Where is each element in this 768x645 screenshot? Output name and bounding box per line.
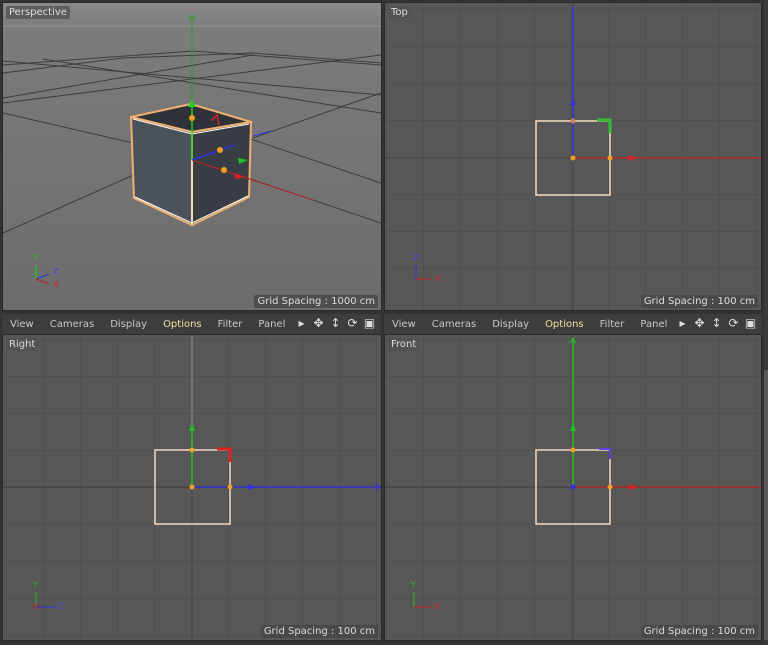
menu-panel[interactable]: Panel xyxy=(250,319,293,330)
top-scene xyxy=(385,3,761,310)
grid-spacing: Grid Spacing : 100 cm xyxy=(640,295,758,308)
gizmo-z-label: Z xyxy=(57,602,63,611)
viewport-label[interactable]: Top xyxy=(388,6,411,19)
viewport-label[interactable]: Perspective xyxy=(6,6,70,19)
maximize-icon[interactable]: ▣ xyxy=(743,316,758,330)
expand-arrow-icon[interactable]: ▸ xyxy=(675,316,690,330)
right-viewport-menu: View Cameras Display Options Filter Pane… xyxy=(2,314,381,334)
maximize-icon[interactable]: ▣ xyxy=(362,316,377,330)
menu-display[interactable]: Display xyxy=(102,319,155,330)
move-icon[interactable]: ✥ xyxy=(311,316,326,330)
top-viewport[interactable]: Z X Top Grid Spacing : 100 cm xyxy=(384,2,762,311)
move-icon[interactable]: ✥ xyxy=(692,316,707,330)
right-scene xyxy=(3,335,381,640)
menu-cameras[interactable]: Cameras xyxy=(42,319,102,330)
menu-display[interactable]: Display xyxy=(484,319,537,330)
perspective-scene xyxy=(3,14,381,285)
menu-options[interactable]: Options xyxy=(537,319,592,330)
viewport-label[interactable]: Front xyxy=(388,338,420,351)
gizmo-x-label: X xyxy=(434,602,440,611)
menu-cameras[interactable]: Cameras xyxy=(424,319,484,330)
menu-view[interactable]: View xyxy=(384,319,424,330)
gizmo-y-label: Y xyxy=(33,253,38,262)
menu-filter[interactable]: Filter xyxy=(210,319,251,330)
scrollbar-thumb[interactable] xyxy=(764,370,768,640)
rotate-icon[interactable]: ⟳ xyxy=(726,316,741,330)
gizmo-z-label: Z xyxy=(413,253,419,262)
gizmo-y-label: Y xyxy=(411,580,416,589)
expand-arrow-icon[interactable]: ▸ xyxy=(294,316,309,330)
menu-panel[interactable]: Panel xyxy=(632,319,675,330)
gizmo-z-label: Z xyxy=(53,267,59,276)
axis-gizmo xyxy=(35,265,50,285)
zoom-icon[interactable]: ↕ xyxy=(709,316,724,330)
menu-view[interactable]: View xyxy=(2,319,42,330)
right-viewport[interactable]: Y Z X Right Grid Spacing : 100 cm xyxy=(2,334,382,641)
gizmo-x-label: X xyxy=(33,602,39,611)
perspective-viewport[interactable]: Y Z X Perspective Grid Spacing : 1000 cm xyxy=(2,2,382,311)
front-viewport-menu: View Cameras Display Options Filter Pane… xyxy=(384,314,762,334)
grid-spacing: Grid Spacing : 100 cm xyxy=(640,625,758,638)
menu-filter[interactable]: Filter xyxy=(592,319,633,330)
gizmo-x-label: X xyxy=(53,280,59,289)
grid-spacing: Grid Spacing : 1000 cm xyxy=(254,295,378,308)
front-scene xyxy=(385,335,761,640)
rotate-icon[interactable]: ⟳ xyxy=(345,316,360,330)
viewport-label[interactable]: Right xyxy=(6,338,39,351)
gizmo-y-label: Y xyxy=(33,580,38,589)
menu-options[interactable]: Options xyxy=(155,319,210,330)
gizmo-x-label: X xyxy=(435,274,441,283)
cube xyxy=(129,102,253,227)
grid-spacing: Grid Spacing : 100 cm xyxy=(260,625,378,638)
front-viewport[interactable]: Y X Front Grid Spacing : 100 cm xyxy=(384,334,762,641)
zoom-icon[interactable]: ↕ xyxy=(328,316,343,330)
